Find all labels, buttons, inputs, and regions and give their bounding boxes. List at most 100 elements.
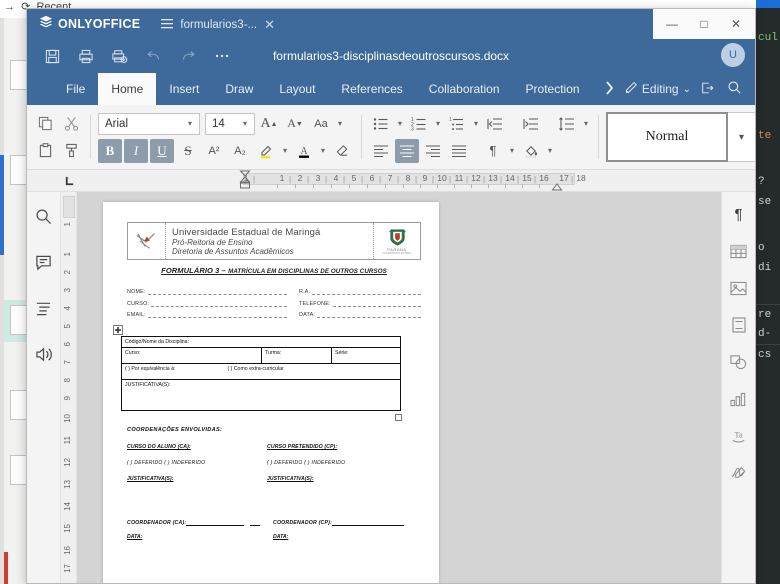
- field-input-line[interactable]: [312, 290, 421, 295]
- document-canvas[interactable]: Universidade Estadual de Maringá Pró-Rei…: [77, 192, 721, 583]
- customize-quick-access-icon[interactable]: [205, 43, 239, 69]
- horizontal-ruler[interactable]: 1 | 1 | 2 | 3 | 4 | 5 | 6 | 7 | 8 | 9 | …: [81, 170, 755, 192]
- close-icon[interactable]: ✕: [264, 17, 275, 33]
- highlight-color-icon[interactable]: [254, 139, 278, 163]
- numbered-list-icon[interactable]: 1 2 3: [407, 112, 431, 136]
- strikethrough-button[interactable]: S: [176, 139, 200, 163]
- avatar[interactable]: U: [721, 43, 745, 67]
- background-code-editor[interactable]: cul te ? se o di re d- cs: [756, 0, 780, 584]
- table-cell[interactable]: JUSTIFICATIVA(S):: [122, 380, 400, 410]
- text-box-settings-icon[interactable]: [727, 313, 751, 337]
- chevron-down-icon[interactable]: ▾: [581, 119, 591, 128]
- format-painter-icon[interactable]: [59, 139, 83, 163]
- shading-color-icon[interactable]: [519, 139, 543, 163]
- image-settings-icon[interactable]: [727, 276, 751, 300]
- chart-settings-icon[interactable]: [727, 387, 751, 411]
- chevron-down-icon[interactable]: ▾: [471, 119, 481, 128]
- current-style-box[interactable]: Normal: [606, 112, 728, 162]
- font-color-icon[interactable]: A: [292, 139, 316, 163]
- chevron-left-icon[interactable]: chevron-left-icon: [27, 73, 53, 105]
- font-name-select[interactable]: Arial ▾: [98, 112, 200, 135]
- document-header-table[interactable]: Universidade Estadual de Maringá Pró-Rei…: [127, 222, 421, 260]
- document-tab[interactable]: formularios3-... ✕: [152, 11, 285, 39]
- equivalence-option[interactable]: ( ) Por equivalência à:: [125, 366, 175, 377]
- quick-print-icon[interactable]: [103, 43, 137, 69]
- table-move-handle-icon[interactable]: ✚: [113, 325, 123, 335]
- tab-protection[interactable]: Protection: [513, 73, 593, 105]
- chevron-right-icon[interactable]: [601, 80, 618, 98]
- decrease-indent-icon[interactable]: [483, 112, 507, 136]
- table-cell[interactable]: Curso:: [122, 348, 262, 363]
- table-resize-handle-icon[interactable]: [395, 414, 402, 421]
- table-cell[interactable]: ( ) Por equivalência à: ( ) Como extra-c…: [122, 364, 400, 379]
- tab-draw[interactable]: Draw: [212, 73, 266, 105]
- extracurricular-option[interactable]: ( ) Como extra-curricular: [227, 366, 283, 377]
- chevron-down-icon[interactable]: ▾: [507, 146, 517, 155]
- editing-mode-button[interactable]: Editing ⌄: [624, 81, 691, 98]
- superscript-button[interactable]: A²: [202, 139, 226, 163]
- tab-layout[interactable]: Layout: [266, 73, 328, 105]
- subscript-button[interactable]: A₂: [228, 139, 252, 163]
- field-input-line[interactable]: [317, 313, 421, 318]
- decision-options[interactable]: ( ) DEFERIDO ( ) INDEFERIDO: [267, 460, 407, 466]
- paste-icon[interactable]: [33, 139, 57, 163]
- increase-font-size-icon[interactable]: A ▲: [257, 112, 281, 136]
- tab-file[interactable]: File: [53, 73, 98, 105]
- minimize-button[interactable]: —: [657, 12, 687, 36]
- tab-insert[interactable]: Insert: [156, 73, 212, 105]
- text-to-speech-icon[interactable]: [32, 342, 56, 366]
- signature-line[interactable]: [186, 520, 245, 526]
- search-icon[interactable]: [724, 80, 745, 98]
- styles-expand-button[interactable]: ▾: [728, 112, 755, 162]
- chevron-down-icon[interactable]: ▾: [433, 119, 443, 128]
- table-cell[interactable]: Código/Nome da Disciplina:: [122, 337, 400, 347]
- align-center-icon[interactable]: [395, 138, 419, 163]
- field-input-line[interactable]: [147, 290, 287, 295]
- shape-settings-icon[interactable]: [727, 350, 751, 374]
- text-art-settings-icon[interactable]: Ta: [727, 424, 751, 448]
- decrease-font-size-icon[interactable]: A ▼: [283, 112, 307, 136]
- table-cell[interactable]: Turma:: [262, 348, 332, 363]
- chevron-down-icon[interactable]: ▾: [280, 146, 290, 155]
- tab-references[interactable]: References: [328, 73, 415, 105]
- tab-home[interactable]: Home: [98, 73, 157, 105]
- decision-options[interactable]: ( ) DEFERIDO ( ) INDEFERIDO: [127, 460, 267, 466]
- signature-settings-icon[interactable]: [727, 461, 751, 485]
- bullet-list-icon[interactable]: [369, 112, 393, 136]
- maximize-button[interactable]: □: [689, 12, 719, 36]
- field-input-line[interactable]: [147, 313, 287, 318]
- tab-collaboration[interactable]: Collaboration: [416, 73, 513, 105]
- chevron-down-icon[interactable]: ▾: [335, 119, 345, 128]
- field-input-line[interactable]: [332, 302, 421, 307]
- chevron-down-icon[interactable]: ▾: [395, 119, 405, 128]
- change-case-icon[interactable]: Aa: [309, 112, 333, 136]
- comments-panel-icon[interactable]: [32, 250, 56, 274]
- document-page[interactable]: Universidade Estadual de Maringá Pró-Rei…: [103, 202, 439, 583]
- paragraph-settings-icon[interactable]: ¶: [727, 202, 751, 226]
- search-panel-icon[interactable]: [32, 204, 56, 228]
- discipline-table[interactable]: Código/Nome da Disciplina: Curso: Turma:…: [121, 336, 401, 411]
- table-settings-icon[interactable]: [727, 239, 751, 263]
- bold-button[interactable]: B: [98, 138, 122, 163]
- italic-button[interactable]: I: [124, 138, 148, 163]
- align-left-icon[interactable]: [369, 139, 393, 163]
- clear-style-icon[interactable]: [330, 139, 354, 163]
- underline-button[interactable]: U: [150, 138, 174, 163]
- headings-panel-icon[interactable]: [32, 296, 56, 320]
- signature-line[interactable]: [332, 520, 405, 526]
- table-cell[interactable]: Série:: [332, 348, 400, 363]
- hamburger-icon[interactable]: [161, 18, 174, 32]
- multilevel-list-icon[interactable]: 1: [445, 112, 469, 136]
- open-file-location-icon[interactable]: [697, 81, 718, 98]
- vertical-ruler[interactable]: 1 1 2 3 4 5 6 7 8 9 10 11 12 13 14 15 16…: [61, 192, 77, 583]
- close-button[interactable]: ✕: [721, 12, 751, 36]
- font-size-select[interactable]: 14 ▾: [205, 112, 255, 135]
- chevron-down-icon[interactable]: ▾: [545, 146, 555, 155]
- chevron-down-icon[interactable]: ▾: [318, 146, 328, 155]
- save-icon[interactable]: [35, 43, 69, 69]
- align-justify-icon[interactable]: [447, 139, 471, 163]
- paragraph-marks-icon[interactable]: ¶: [481, 139, 505, 163]
- cut-icon[interactable]: [59, 112, 83, 136]
- print-icon[interactable]: [69, 43, 103, 69]
- increase-indent-icon[interactable]: [519, 112, 543, 136]
